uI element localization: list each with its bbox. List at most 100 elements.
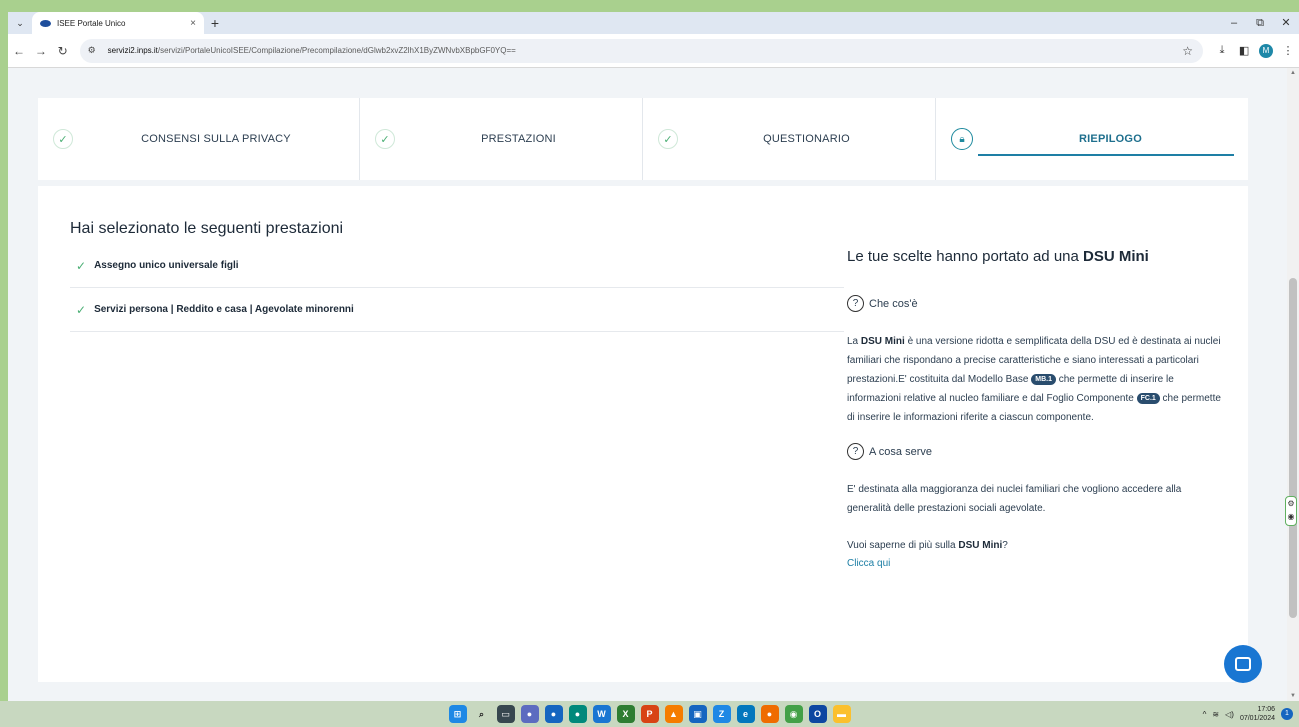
address-bar: ← → ↻ ⚙ servizi2.inps.it/servizi/Portale…: [8, 34, 1299, 68]
site-settings-icon[interactable]: ⚙: [88, 45, 102, 56]
step-prestazioni[interactable]: ✓ PRESTAZIONI: [360, 98, 643, 180]
scrollbar-thumb[interactable]: [1289, 278, 1297, 618]
summary-card: Hai selezionato le seguenti prestazioni …: [38, 186, 1248, 682]
excel-icon[interactable]: X: [616, 705, 635, 723]
check-icon: ✓: [76, 302, 87, 317]
notification-icon[interactable]: 1: [1281, 708, 1293, 720]
chat-button[interactable]: [1224, 645, 1262, 683]
dsu-info-panel: Le tue scelte hanno portato ad una DSU M…: [847, 248, 1227, 571]
check-icon: ✓: [658, 129, 678, 149]
edge-icon[interactable]: e: [736, 705, 755, 723]
system-tray: ^ ≋ ◁) 17:06 07/01/2024 1: [1203, 701, 1293, 727]
chrome-icon[interactable]: ◉: [784, 705, 803, 723]
question-icon: ?: [847, 295, 864, 312]
mb1-badge: MB.1: [1031, 373, 1056, 385]
forward-icon[interactable]: →: [30, 44, 52, 58]
profile-avatar[interactable]: M: [1259, 43, 1274, 58]
chat-app-icon[interactable]: ●: [520, 705, 539, 723]
fc1-badge: FC.1: [1136, 392, 1160, 404]
close-tab-icon[interactable]: ×: [190, 18, 196, 29]
scroll-down-icon[interactable]: ▼: [1290, 693, 1296, 699]
powerpoint-icon[interactable]: P: [640, 705, 659, 723]
dsu-result-title: Le tue scelte hanno portato ad una DSU M…: [847, 248, 1227, 265]
list-item: ✓ Servizi persona | Reddito e casa | Age…: [70, 288, 844, 332]
prestazioni-list: ✓ Assegno unico universale figli ✓ Servi…: [70, 244, 844, 332]
volume-icon[interactable]: ◁): [1225, 710, 1234, 719]
what-strong: DSU Mini: [860, 336, 905, 347]
clicca-qui-link[interactable]: Clicca qui: [847, 558, 890, 569]
check-icon: ✓: [53, 129, 73, 149]
firefox-icon[interactable]: ●: [760, 705, 779, 723]
browser-tab-bar: ⌄ ISEE Portale Unico × + – ⧉ ✕: [8, 12, 1299, 34]
more-suffix: ?: [1002, 540, 1008, 551]
clock[interactable]: 17:06 07/01/2024: [1240, 705, 1275, 723]
wifi-icon[interactable]: ≋: [1212, 710, 1219, 719]
step-riepilogo[interactable]: 🔒︎ RIEPILOGO: [936, 98, 1248, 180]
page-viewport: ✓ CONSENSI SULLA PRIVACY ✓ PRESTAZIONI ✓…: [8, 68, 1287, 701]
dsu-title-prefix: Le tue scelte hanno portato ad una: [847, 248, 1084, 265]
outlook-icon[interactable]: O: [808, 705, 827, 723]
url-input[interactable]: ⚙ servizi2.inps.it/servizi/PortaleUnicoI…: [79, 38, 1204, 63]
what-is-text: La DSU Mini è una versione ridotta e sem…: [847, 332, 1227, 427]
wizard-stepper: ✓ CONSENSI SULLA PRIVACY ✓ PRESTAZIONI ✓…: [38, 98, 1248, 180]
url-path: /servizi/PortaleUnicoISEE/Compilazione/P…: [157, 46, 516, 55]
tab-search-icon[interactable]: ⌄: [8, 12, 32, 34]
inps-favicon-icon: [40, 19, 51, 27]
lock-icon: 🔒︎: [951, 128, 973, 150]
side-panel-icon[interactable]: ◧: [1233, 44, 1255, 57]
what-is-heading-text: Che cos'è: [869, 297, 918, 310]
vlc-icon[interactable]: ▲: [664, 705, 683, 723]
step-label: PRESTAZIONI: [481, 133, 556, 145]
minimize-icon[interactable]: –: [1221, 12, 1247, 34]
more-strong: DSU Mini: [958, 540, 1003, 551]
dsu-title-strong: DSU Mini: [1083, 248, 1149, 265]
check-icon: ✓: [375, 129, 395, 149]
clock-time: 17:06: [1257, 706, 1275, 713]
purpose-heading: ? A cosa serve: [847, 443, 1227, 460]
active-step-underline: [978, 154, 1234, 156]
app-icon[interactable]: ●: [544, 705, 563, 723]
bookmark-star-icon[interactable]: ☆: [1182, 44, 1193, 58]
reload-icon[interactable]: ↻: [52, 44, 74, 58]
step-label: RIEPILOGO: [1079, 133, 1142, 145]
file-explorer-icon[interactable]: ▬: [832, 705, 851, 723]
browser-menu-icon[interactable]: ⋮: [1277, 44, 1299, 57]
what-is-heading: ? Che cos'è: [847, 295, 1227, 312]
question-icon: ?: [847, 443, 864, 460]
downloads-icon[interactable]: ⤓: [1211, 44, 1233, 57]
window-controls: – ⧉ ✕: [1221, 12, 1299, 34]
prestazione-label: Servizi persona | Reddito e casa | Agevo…: [94, 304, 354, 315]
step-consensi-privacy[interactable]: ✓ CONSENSI SULLA PRIVACY: [38, 98, 360, 180]
accessibility-widget-icon[interactable]: ⚙ ◉: [1285, 496, 1297, 526]
summary-title: Hai selezionato le seguenti prestazioni: [70, 220, 344, 237]
check-icon: ✓: [76, 258, 87, 273]
page-scrollbar[interactable]: ▲ ▼: [1287, 68, 1299, 701]
tray-chevron-icon[interactable]: ^: [1203, 710, 1207, 719]
what-p1: La: [847, 336, 861, 347]
url-domain: servizi2.inps.it: [107, 46, 158, 55]
clock-date: 07/01/2024: [1239, 715, 1275, 722]
prestazione-label: Assegno unico universale figli: [94, 260, 239, 271]
restore-icon[interactable]: ⧉: [1247, 12, 1273, 34]
back-icon[interactable]: ←: [8, 44, 30, 58]
start-icon[interactable]: ⊞: [448, 705, 467, 723]
tab-title: ISEE Portale Unico: [57, 18, 126, 28]
purpose-heading-text: A cosa serve: [869, 445, 932, 458]
task-view-icon[interactable]: ▭: [496, 705, 515, 723]
step-questionario[interactable]: ✓ QUESTIONARIO: [643, 98, 936, 180]
scroll-up-icon[interactable]: ▲: [1290, 70, 1296, 76]
purpose-text: E' destinata alla maggioranza dei nuclei…: [847, 484, 1182, 514]
new-tab-button[interactable]: +: [204, 12, 226, 34]
search-icon[interactable]: ⌕: [473, 705, 491, 723]
list-item: ✓ Assegno unico universale figli: [70, 244, 844, 288]
browser-tab[interactable]: ISEE Portale Unico ×: [32, 12, 204, 34]
step-label: CONSENSI SULLA PRIVACY: [141, 133, 291, 145]
word-icon[interactable]: W: [592, 705, 611, 723]
app-icon[interactable]: ▣: [688, 705, 707, 723]
windows-taskbar: ⊞ ⌕ ▭ ● ● ● W X P ▲ ▣ Z e ● ◉ O ▬ ^ ≋ ◁)…: [0, 701, 1299, 727]
more-prefix: Vuoi saperne di più sulla: [847, 540, 959, 551]
app-icon[interactable]: ●: [568, 705, 587, 723]
chat-icon: [1235, 657, 1251, 671]
zoom-icon[interactable]: Z: [712, 705, 731, 723]
close-window-icon[interactable]: ✕: [1273, 12, 1299, 34]
